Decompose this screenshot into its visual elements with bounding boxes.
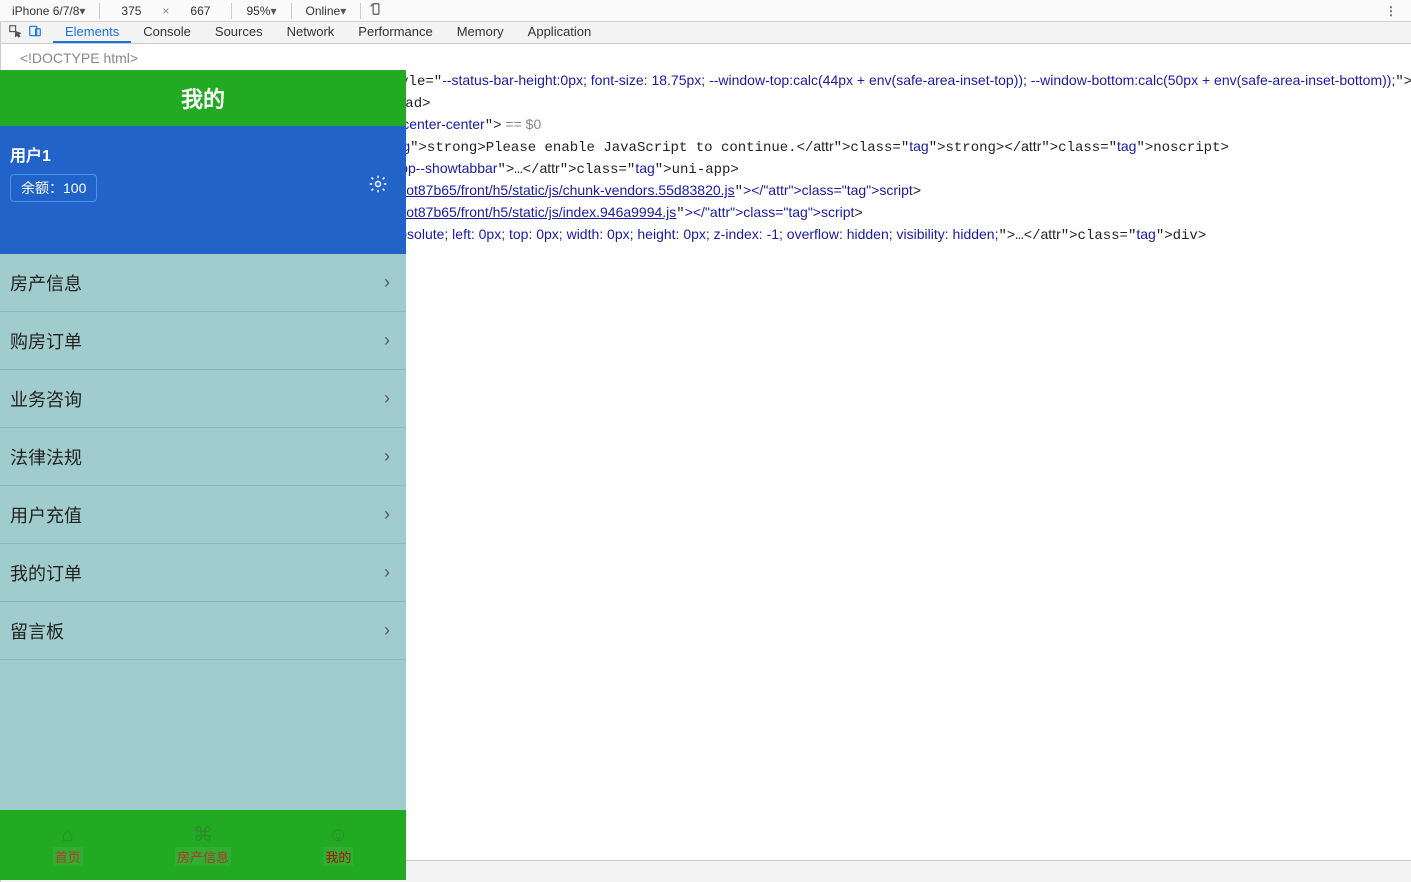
username-label: 用户1	[10, 142, 392, 166]
devtools-tabs: Elements Console Sources Network Perform…	[53, 22, 603, 43]
list-item[interactable]: 房产信息 ›	[0, 254, 406, 312]
tab-label: 房产信息	[175, 847, 231, 866]
chevron-right-icon: ›	[384, 504, 390, 525]
list-item-label: 我的订单	[10, 560, 82, 586]
tab-network[interactable]: Network	[275, 22, 347, 43]
device-mode-icon[interactable]	[25, 24, 45, 41]
balance-badge[interactable]: 余额：100	[10, 174, 97, 202]
page-title: 我的	[0, 70, 406, 126]
kebab-icon[interactable]: ⋮	[1377, 4, 1405, 18]
phone-frame: 我的 用户1 余额：100 房产信息 › 购房订单 › 业务咨询 › 法律法规 › 用户…	[0, 70, 406, 880]
tabbar: ⌂ 首页 ⌘ 房产信息 ☺ 我的	[0, 810, 406, 880]
tab-label: 我的	[323, 847, 353, 866]
list-item-label: 法律法规	[10, 444, 82, 470]
chevron-right-icon: ›	[384, 562, 390, 583]
height-input[interactable]: 667	[177, 2, 223, 20]
list-item[interactable]: 留言板 ›	[0, 602, 406, 660]
inspect-icon[interactable]	[5, 24, 25, 41]
chevron-right-icon: ›	[384, 388, 390, 409]
list-item[interactable]: 购房订单 ›	[0, 312, 406, 370]
list-item-label: 业务咨询	[10, 386, 82, 412]
zoom-select[interactable]: 95%	[240, 2, 282, 20]
chevron-right-icon: ›	[384, 446, 390, 467]
network-select[interactable]: Online	[300, 2, 353, 20]
balance-value: 100	[63, 180, 86, 196]
chevron-right-icon: ›	[384, 330, 390, 351]
tab-label: 首页	[53, 847, 83, 866]
list-item-label: 房产信息	[10, 270, 82, 296]
grid-icon: ⌘	[193, 825, 213, 845]
balance-label: 余额：	[21, 180, 63, 196]
list-item-label: 用户充值	[10, 502, 82, 528]
device-toolbar: iPhone 6/7/8 375 × 667 95% Online ⋮	[0, 0, 1411, 22]
tab-application[interactable]: Application	[516, 22, 604, 43]
chevron-right-icon: ›	[384, 272, 390, 293]
menu-list: 房产信息 › 购房订单 › 业务咨询 › 法律法规 › 用户充值 › 我的订单 › 留言板 ›	[0, 254, 406, 660]
list-item[interactable]: 业务咨询 ›	[0, 370, 406, 428]
devtools-toolbar: Elements Console Sources Network Perform…	[1, 22, 1411, 44]
tab-mine[interactable]: ☺ 我的	[271, 810, 406, 880]
tab-performance[interactable]: Performance	[346, 22, 444, 43]
user-icon: ☺	[328, 825, 348, 845]
list-item-label: 购房订单	[10, 328, 82, 354]
tab-console[interactable]: Console	[131, 22, 203, 43]
tab-elements[interactable]: Elements	[53, 22, 131, 43]
tab-memory[interactable]: Memory	[445, 22, 516, 43]
device-select[interactable]: iPhone 6/7/8	[6, 2, 91, 20]
list-item[interactable]: 法律法规 ›	[0, 428, 406, 486]
width-input[interactable]: 375	[108, 2, 154, 20]
list-item-label: 留言板	[10, 618, 64, 644]
rotate-icon[interactable]	[369, 2, 383, 19]
tab-property[interactable]: ⌘ 房产信息	[135, 810, 270, 880]
home-icon: ⌂	[62, 825, 74, 845]
tab-home[interactable]: ⌂ 首页	[0, 810, 135, 880]
profile-card: 用户1 余额：100	[0, 126, 406, 254]
gear-icon[interactable]	[368, 174, 388, 197]
chevron-right-icon: ›	[384, 620, 390, 641]
list-item[interactable]: 我的订单 ›	[0, 544, 406, 602]
tab-sources[interactable]: Sources	[203, 22, 275, 43]
times-icon: ×	[158, 4, 173, 18]
list-item[interactable]: 用户充值 ›	[0, 486, 406, 544]
